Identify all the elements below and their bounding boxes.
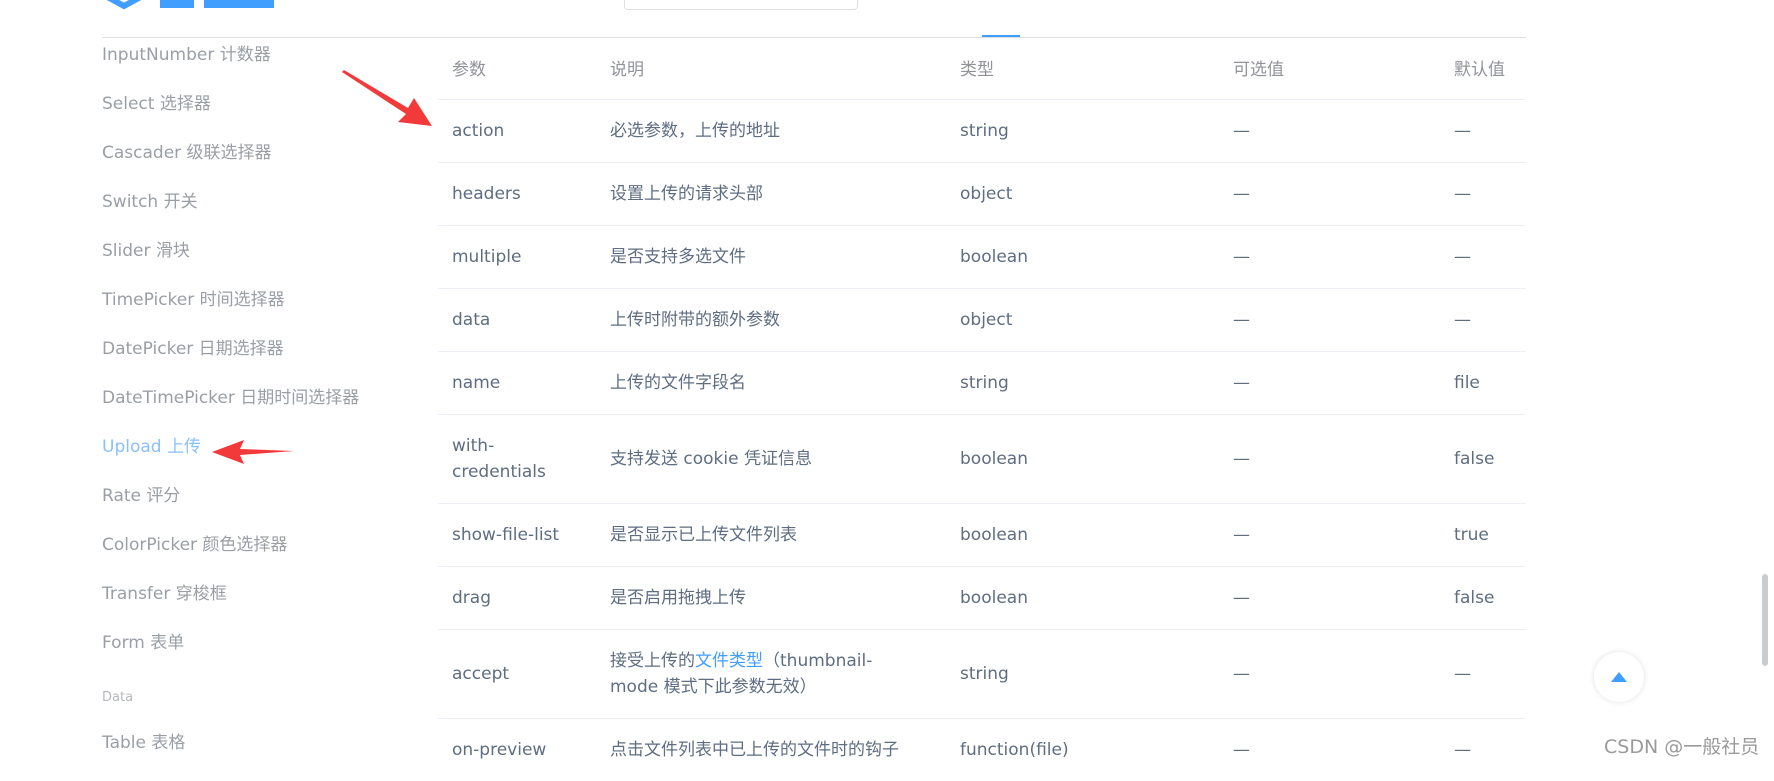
type-cell: string [960, 664, 1009, 684]
sidebar-group-data: Data [102, 690, 134, 705]
description-cell: 设置上传的请求头部 [610, 184, 763, 204]
header-default: 默认值 [1454, 59, 1505, 80]
watermark: CSDN @一般社员 [1604, 736, 1760, 758]
annotation-arrow-icon [342, 70, 432, 126]
default-cell: true [1454, 525, 1489, 545]
sidebar-item-datetimepicker[interactable]: DateTimePicker 日期时间选择器 [102, 383, 359, 408]
description-text: 接受上传的 [610, 651, 695, 671]
options-cell: — [1233, 184, 1250, 204]
description-cell: 点击文件列表中已上传的文件时的钩子 [610, 740, 899, 760]
table-row: show-file-list 是否显示已上传文件列表 boolean — tru… [438, 504, 1526, 567]
default-cell: false [1454, 449, 1495, 469]
table-row: drag 是否启用拖拽上传 boolean — false [438, 567, 1526, 630]
header-options: 可选值 [1233, 59, 1284, 80]
sidebar-item-form[interactable]: Form 表单 [102, 628, 184, 653]
param-cell: drag [452, 588, 491, 608]
header-type: 类型 [960, 59, 994, 80]
table-row: with-credentials 支持发送 cookie 凭证信息 boolea… [438, 415, 1526, 504]
table-row: headers 设置上传的请求头部 object — — [438, 163, 1526, 226]
element-logo[interactable] [100, 0, 290, 12]
description-cell: 是否支持多选文件 [610, 247, 746, 267]
param-cell: accept [452, 664, 510, 684]
sidebar-item-transfer[interactable]: Transfer 穿梭框 [102, 579, 227, 604]
default-cell: — [1454, 121, 1471, 141]
options-cell: — [1233, 373, 1250, 393]
default-cell: false [1454, 588, 1495, 608]
description-cell: 必选参数，上传的地址 [610, 121, 780, 141]
type-cell: function(file) [960, 740, 1069, 760]
param-cell: show-file-list [452, 525, 560, 545]
type-cell: boolean [960, 449, 1028, 469]
table-header-row: 参数 说明 类型 可选值 默认值 [438, 40, 1526, 100]
table-row: accept 接受上传的文件类型（thumbnail-mode 模式下此参数无效… [438, 630, 1526, 719]
default-cell: file [1454, 373, 1480, 393]
search-input[interactable] [624, 0, 858, 10]
type-cell: string [960, 373, 1009, 393]
param-cell: with-credentials [452, 436, 546, 482]
table-row: action 必选参数，上传的地址 string — — [438, 100, 1526, 163]
type-cell: boolean [960, 588, 1028, 608]
param-cell: data [452, 310, 491, 330]
description-cell: 是否显示已上传文件列表 [610, 525, 797, 545]
type-cell: boolean [960, 247, 1028, 267]
attributes-table: 参数 说明 类型 可选值 默认值 action 必选参数，上传的地址 strin… [438, 40, 1526, 781]
options-cell: — [1233, 525, 1250, 545]
default-cell: — [1454, 247, 1471, 267]
options-cell: — [1233, 664, 1250, 684]
active-tab-indicator [982, 35, 1020, 37]
default-cell: — [1454, 664, 1471, 684]
options-cell: — [1233, 121, 1250, 141]
param-cell: action [452, 121, 505, 141]
description-cell: 上传的文件字段名 [610, 373, 746, 393]
param-cell: on-preview [452, 740, 547, 760]
description-cell: 支持发送 cookie 凭证信息 [610, 449, 812, 469]
param-cell: name [452, 373, 501, 393]
table-row: on-preview 点击文件列表中已上传的文件时的钩子 function(fi… [438, 719, 1526, 781]
table-row: data 上传时附带的额外参数 object — — [438, 289, 1526, 352]
table-row: name 上传的文件字段名 string — file [438, 352, 1526, 415]
sidebar-item-table[interactable]: Table 表格 [102, 728, 185, 753]
annotation-arrow-icon [212, 440, 294, 464]
sidebar-item-switch[interactable]: Switch 开关 [102, 187, 198, 212]
sidebar-item-slider[interactable]: Slider 滑块 [102, 236, 190, 261]
default-cell: — [1454, 310, 1471, 330]
type-cell: string [960, 121, 1009, 141]
options-cell: — [1233, 449, 1250, 469]
back-to-top-button[interactable] [1594, 652, 1644, 702]
page-scrollbar[interactable] [1762, 574, 1768, 666]
type-cell: object [960, 184, 1013, 204]
header-divider [102, 37, 1526, 38]
sidebar-item-rate[interactable]: Rate 评分 [102, 481, 180, 506]
sidebar-item-datepicker[interactable]: DatePicker 日期选择器 [102, 334, 284, 359]
sidebar-item-cascader[interactable]: Cascader 级联选择器 [102, 138, 272, 163]
header-description: 说明 [610, 59, 644, 80]
file-type-link[interactable]: 文件类型 [695, 651, 763, 671]
type-cell: object [960, 310, 1013, 330]
header-param: 参数 [452, 59, 486, 80]
param-cell: headers [452, 184, 521, 204]
type-cell: boolean [960, 525, 1028, 545]
options-cell: — [1233, 310, 1250, 330]
caret-up-icon [1611, 672, 1627, 682]
default-cell: — [1454, 740, 1471, 760]
param-cell: multiple [452, 247, 522, 267]
options-cell: — [1233, 588, 1250, 608]
sidebar-item-colorpicker[interactable]: ColorPicker 颜色选择器 [102, 530, 287, 555]
sidebar-item-select[interactable]: Select 选择器 [102, 89, 211, 114]
table-row: multiple 是否支持多选文件 boolean — — [438, 226, 1526, 289]
description-cell: 上传时附带的额外参数 [610, 310, 780, 330]
sidebar-item-timepicker[interactable]: TimePicker 时间选择器 [102, 285, 285, 310]
description-cell: 接受上传的文件类型（thumbnail-mode 模式下此参数无效） [610, 630, 940, 718]
options-cell: — [1233, 247, 1250, 267]
sidebar-item-upload[interactable]: Upload 上传 [102, 432, 201, 457]
sidebar-item-inputnumber[interactable]: InputNumber 计数器 [102, 40, 271, 65]
options-cell: — [1233, 740, 1250, 760]
description-cell: 是否启用拖拽上传 [610, 588, 746, 608]
default-cell: — [1454, 184, 1471, 204]
